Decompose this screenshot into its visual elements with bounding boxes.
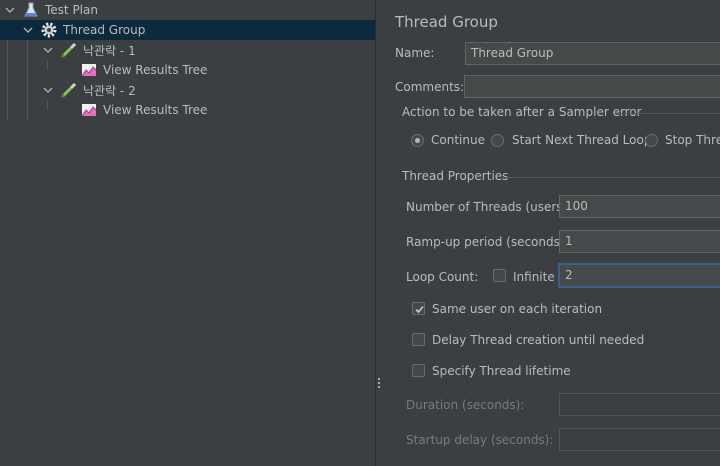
delay-creation-checkbox[interactable] — [412, 333, 425, 346]
tree-guide-line — [47, 60, 48, 70]
loop-count-field[interactable]: 2 — [559, 264, 720, 287]
check-icon — [415, 305, 424, 314]
graph-icon — [80, 101, 98, 119]
duration-label: Duration (seconds): — [406, 398, 525, 412]
infinite-label[interactable]: Infinite — [513, 270, 555, 284]
continue-radio[interactable] — [411, 134, 424, 147]
chevron-down-icon[interactable] — [4, 4, 16, 16]
continue-label[interactable]: Continue — [431, 133, 485, 147]
start-next-loop-label[interactable]: Start Next Thread Loop — [512, 133, 651, 147]
flask-icon — [22, 1, 40, 19]
pipette-icon — [60, 81, 78, 99]
tree-item-test-plan[interactable]: Test Plan — [4, 0, 374, 20]
tree-item-label: 낙관락 - 2 — [83, 83, 136, 98]
splitter-grip-icon[interactable] — [378, 378, 381, 390]
page-title: Thread Group — [395, 13, 498, 31]
startup-delay-field — [559, 428, 720, 451]
rampup-field[interactable]: 1 — [559, 230, 720, 253]
stop-thread-radio[interactable] — [645, 134, 658, 147]
tree-item-label: View Results Tree — [103, 103, 208, 117]
same-user-label[interactable]: Same user on each iteration — [432, 302, 602, 316]
name-field[interactable]: Thread Group — [465, 42, 720, 65]
thread-group-panel: Thread Group Name: Thread Group Comments… — [384, 0, 720, 466]
comments-field[interactable] — [464, 75, 720, 98]
tree-item-sampler-1[interactable]: 낙관락 - 1 — [42, 40, 136, 60]
sampler-error-heading: Action to be taken after a Sampler error — [402, 105, 642, 119]
pipette-icon — [60, 41, 78, 59]
tree-item-thread-group[interactable]: Thread Group — [0, 20, 375, 40]
duration-field — [559, 393, 720, 416]
loop-count-label: Loop Count: — [406, 270, 479, 284]
specify-lifetime-checkbox[interactable] — [412, 364, 425, 377]
delay-creation-label[interactable]: Delay Thread creation until needed — [432, 333, 644, 347]
chevron-down-icon[interactable] — [22, 24, 34, 36]
tree-item-view-results-1[interactable]: View Results Tree — [80, 60, 207, 80]
tree-item-label: Thread Group — [63, 23, 146, 37]
thread-properties-heading: Thread Properties — [402, 169, 509, 183]
chevron-down-icon[interactable] — [42, 44, 54, 56]
group-border — [502, 177, 720, 178]
group-border — [616, 113, 720, 114]
startup-delay-label: Startup delay (seconds): — [406, 433, 554, 447]
rampup-label: Ramp-up period (seconds): — [406, 235, 569, 249]
threads-label: Number of Threads (users): — [406, 200, 572, 214]
stop-thread-label[interactable]: Stop Threa — [665, 133, 720, 147]
tree-panel: Test Plan Thread Group 낙관락 - 1 View Resu… — [0, 0, 375, 466]
name-label: Name: — [395, 46, 435, 60]
gear-icon — [40, 21, 58, 39]
tree-item-view-results-2[interactable]: View Results Tree — [80, 100, 207, 120]
tree-guide-line — [47, 100, 48, 110]
tree-item-sampler-2[interactable]: 낙관락 - 2 — [42, 80, 136, 100]
threads-field[interactable]: 100 — [559, 195, 720, 218]
same-user-checkbox[interactable] — [412, 302, 425, 315]
tree-item-label: 낙관락 - 1 — [83, 43, 136, 58]
comments-label: Comments: — [395, 80, 465, 94]
infinite-checkbox[interactable] — [493, 269, 506, 282]
chevron-down-icon[interactable] — [42, 84, 54, 96]
specify-lifetime-label[interactable]: Specify Thread lifetime — [432, 364, 571, 378]
start-next-loop-radio[interactable] — [491, 134, 504, 147]
tree-item-label: View Results Tree — [103, 63, 208, 77]
tree-item-label: Test Plan — [45, 3, 98, 17]
graph-icon — [80, 61, 98, 79]
tree-guide-line — [27, 40, 28, 120]
